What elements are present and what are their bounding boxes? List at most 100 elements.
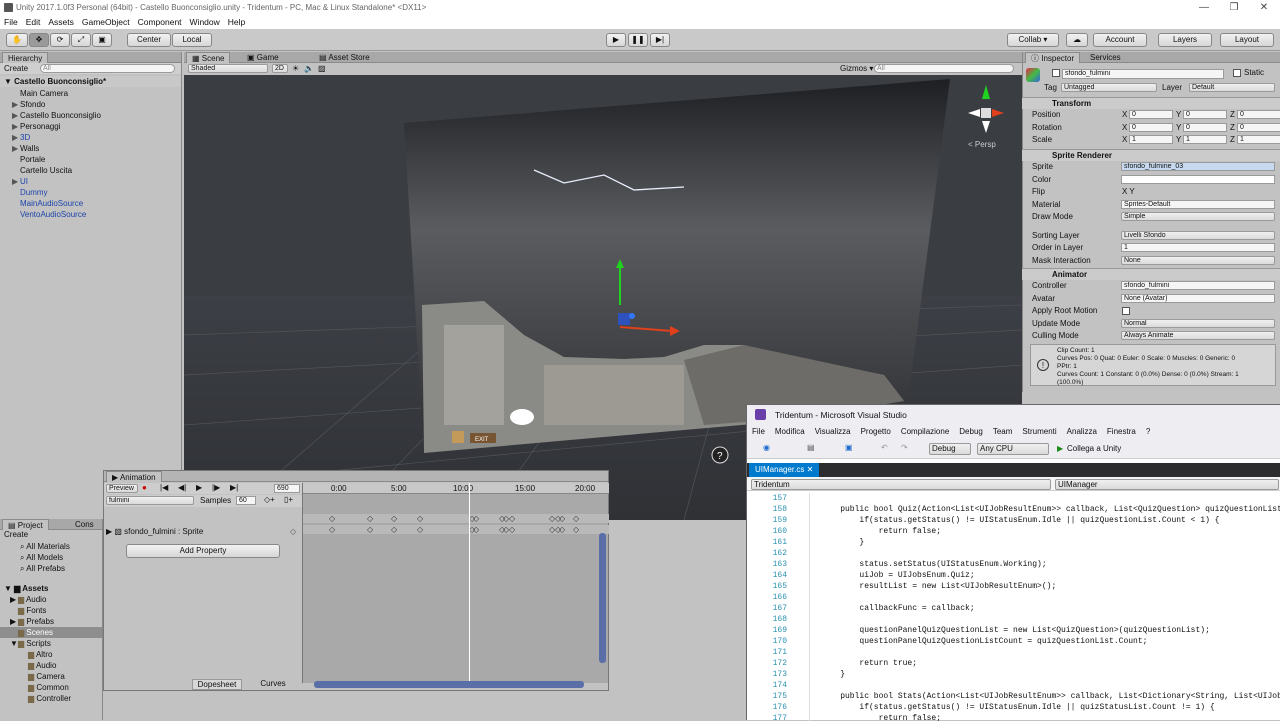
animated-property[interactable]: ▶ ▧ sfondo_fulmini : Sprite	[106, 527, 203, 536]
hierarchy-create-button[interactable]: Create	[4, 64, 28, 73]
sprite_renderer-value-field[interactable]	[1121, 174, 1275, 184]
save-icon[interactable]: ▣	[845, 443, 853, 452]
keyframe-diamond[interactable]: ◇	[559, 514, 565, 523]
cloud-icon[interactable]: ☁	[1066, 33, 1088, 47]
keyframe-diamond[interactable]: ◇	[473, 514, 479, 523]
active-checkbox[interactable]	[1052, 69, 1060, 77]
clip-dropdown[interactable]: fulmini	[106, 496, 194, 505]
menu-help[interactable]: Help	[228, 17, 245, 27]
tab-inspector[interactable]: ⓘ Inspector	[1025, 52, 1081, 63]
keyframe-diamond[interactable]: ◇	[329, 525, 335, 534]
project-create-button[interactable]: Create	[4, 530, 28, 539]
layout-dropdown[interactable]: Layout	[1220, 33, 1274, 47]
redo-icon[interactable]: ↷	[901, 443, 908, 452]
sprite_renderer-value-field[interactable]: 1	[1121, 243, 1275, 252]
rotate-tool-icon[interactable]: ⟳	[50, 33, 70, 47]
tab-services[interactable]: Services	[1085, 52, 1126, 63]
project-folder[interactable]: ▆ Altro	[0, 649, 102, 660]
new-file-icon[interactable]: ▤	[807, 443, 815, 452]
code-line[interactable]: questionPanelQuizQuestionList = new List…	[821, 625, 1209, 636]
property-key-icon[interactable]: ◇	[290, 527, 296, 536]
transform-x-field[interactable]: 0	[1129, 122, 1173, 132]
expand-arrow-icon[interactable]: ▶	[12, 143, 20, 154]
vs-menu-item[interactable]: Analizza	[1067, 427, 1097, 436]
keyframe-diamond[interactable]: ◇	[417, 525, 423, 534]
last-frame-icon[interactable]: ▶|	[230, 483, 238, 492]
transform-z-field[interactable]: 0	[1237, 110, 1280, 119]
z-axis-gizmo[interactable]	[618, 313, 630, 325]
menu-gameobject[interactable]: GameObject	[82, 17, 130, 27]
code-line[interactable]: }	[821, 537, 864, 548]
transform-y-field[interactable]: 0	[1183, 110, 1227, 119]
sprite_renderer-value-field[interactable]: Livelli Sfondo	[1121, 230, 1275, 240]
perspective-label[interactable]: < Persp	[968, 140, 996, 149]
dopesheet-area[interactable]: 0:00 5:00 10:00 15:00 20:00 ◇ ◇ ◇ ◇ ◇ ◇ ◇ ◇ ◇ ◇ ◇ ◇…	[302, 483, 609, 683]
static-checkbox[interactable]	[1233, 69, 1241, 77]
favorite-item[interactable]: ⌕ All Models	[0, 552, 102, 563]
sprite_renderer-value-field[interactable]: Simple	[1121, 212, 1275, 221]
vs-menu-item[interactable]: Team	[993, 427, 1013, 436]
menu-component[interactable]: Component	[138, 17, 182, 27]
code-editor[interactable]: 157 158 public bool Quiz(Action<List<UIJo…	[747, 493, 1280, 721]
animator-value-field[interactable]: Always Animate	[1121, 331, 1275, 340]
keyframe-diamond[interactable]: ◇	[391, 525, 397, 534]
lighting-icon[interactable]: ☀	[292, 64, 299, 73]
keyframe-diamond[interactable]: ◇	[509, 525, 515, 534]
back-icon[interactable]: ◉	[763, 443, 770, 452]
hierarchy-item[interactable]: Portale	[0, 154, 181, 165]
tab-console[interactable]: Cons	[70, 519, 99, 530]
start-icon[interactable]: ▶	[1057, 444, 1063, 453]
vs-menu-item[interactable]: Finestra	[1107, 427, 1136, 436]
config-dropdown[interactable]: Debug	[929, 443, 971, 455]
pivot-center-button[interactable]: Center	[127, 33, 171, 47]
keyframe-diamond[interactable]: ◇	[559, 525, 565, 534]
code-line[interactable]: }	[821, 669, 845, 680]
next-frame-icon[interactable]: |▶	[212, 483, 220, 492]
tab-project[interactable]: ▤ Project	[2, 519, 49, 530]
vs-menu-item[interactable]: File	[752, 427, 765, 436]
sprite_renderer-value-field[interactable]: Sprites-Default	[1121, 199, 1275, 209]
assets-root[interactable]: ▼ ▆ Assets	[0, 583, 102, 594]
keyframe-diamond[interactable]: ◇	[367, 525, 373, 534]
vs-menu-item[interactable]: Visualizza	[815, 427, 851, 436]
curves-tab[interactable]: Curves	[248, 679, 298, 690]
project-nav-dropdown[interactable]: Tridentum	[751, 479, 1051, 490]
add-event-icon[interactable]: ▯+	[284, 495, 293, 504]
scene-search-input[interactable]: All	[874, 64, 1014, 73]
menu-edit[interactable]: Edit	[26, 17, 41, 27]
code-line[interactable]: callbackFunc = callback;	[821, 603, 974, 614]
favorite-item[interactable]: ⌕ All Prefabs	[0, 563, 102, 574]
flip-checkboxes[interactable]: X Y	[1122, 187, 1135, 196]
code-line[interactable]: return false;	[821, 526, 941, 537]
hierarchy-item[interactable]: MainAudioSource	[0, 198, 181, 209]
pause-icon[interactable]: ❚❚	[628, 33, 648, 47]
tab-asset-store[interactable]: ▤ Asset Store	[314, 52, 375, 63]
keyframe-diamond[interactable]: ◇	[367, 514, 373, 523]
scene-root[interactable]: ▼ Castello Buonconsiglio*	[0, 76, 181, 87]
hierarchy-item[interactable]: Dummy	[0, 187, 181, 198]
vs-menu-item[interactable]: Compilazione	[901, 427, 949, 436]
project-folder[interactable]: ▆ Camera	[0, 671, 102, 682]
code-line[interactable]: resultList = new List<UIJobResultEnum>()…	[821, 581, 1056, 592]
object-name-field[interactable]: sfondo_fulmini	[1062, 69, 1224, 79]
horizontal-scrollbar[interactable]	[314, 681, 584, 688]
record-icon[interactable]: ●	[142, 483, 147, 492]
vs-menu-item[interactable]: Progetto	[861, 427, 891, 436]
code-line[interactable]: if(status.getStatus() != UIStatusEnum.Id…	[821, 515, 1219, 526]
expand-arrow-icon[interactable]: ▶	[12, 132, 20, 143]
hierarchy-item[interactable]: ▶ Personaggi	[0, 121, 181, 132]
play-icon[interactable]: ▶	[606, 33, 626, 47]
project-folder[interactable]: ▆ Fonts	[0, 605, 102, 616]
tag-dropdown[interactable]: Untagged	[1061, 83, 1157, 92]
hierarchy-item[interactable]: Cartello Uscita	[0, 165, 181, 176]
favorite-item[interactable]: ⌕ All Materials	[0, 541, 102, 552]
expand-arrow-icon[interactable]: ▶	[10, 594, 18, 605]
transform-z-field[interactable]: 0	[1237, 122, 1280, 132]
add-keyframe-icon[interactable]: ◇+	[264, 495, 275, 504]
move-tool-icon[interactable]: ✥	[29, 33, 49, 47]
hierarchy-item[interactable]: Main Camera	[0, 88, 181, 99]
effects-icon[interactable]: ▨	[318, 64, 326, 73]
vs-menu-item[interactable]: ?	[1146, 427, 1150, 436]
preview-toggle[interactable]: Preview	[106, 484, 138, 493]
code-line[interactable]: status.setStatus(UIStatusEnum.Working);	[821, 559, 1046, 570]
